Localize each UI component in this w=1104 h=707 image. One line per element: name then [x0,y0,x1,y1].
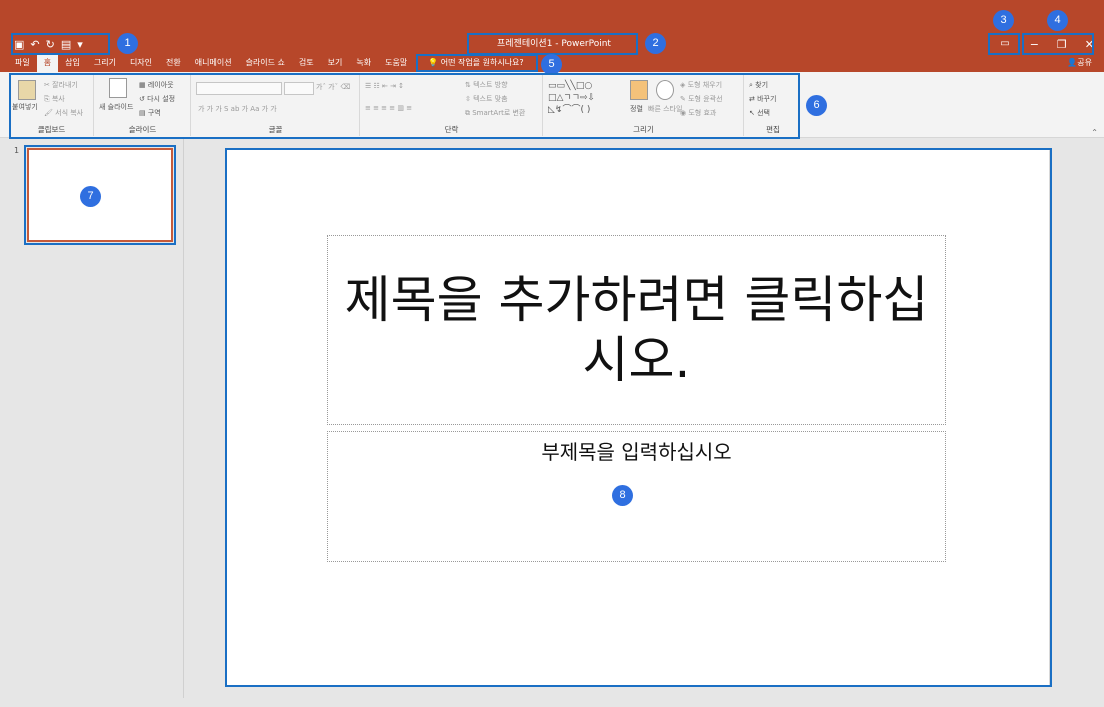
annotation-box-1 [11,33,110,55]
tab-view[interactable]: 보기 [321,54,350,72]
collapse-ribbon-icon[interactable]: ⌃ [1091,128,1098,137]
tab-transitions[interactable]: 전환 [159,54,188,72]
annotation-badge-1: 1 [117,33,138,54]
share-button[interactable]: 👤공유 [1067,54,1092,72]
person-icon: 👤 [1067,58,1078,67]
tab-animations[interactable]: 애니메이션 [188,54,239,72]
annotation-badge-8: 8 [612,485,633,506]
tab-file[interactable]: 파일 [8,54,37,72]
tab-insert[interactable]: 삽입 [58,54,87,72]
tab-help[interactable]: 도움말 [378,54,414,72]
thumbnail-number: 1 [14,146,20,155]
annotation-box-4 [1022,33,1094,55]
annotation-box-5 [416,54,538,72]
annotation-box-6 [9,73,800,139]
tab-home[interactable]: 홈 [36,54,59,72]
annotation-box-8 [225,148,1052,687]
tab-design[interactable]: 디자인 [123,54,159,72]
annotation-badge-2: 2 [645,33,666,54]
annotation-box-2 [467,33,638,55]
annotation-badge-3: 3 [993,10,1014,31]
tab-record[interactable]: 녹화 [349,54,378,72]
tab-slide-show[interactable]: 슬라이드 쇼 [239,54,292,72]
tab-review[interactable]: 검토 [292,54,321,72]
annotation-badge-4: 4 [1047,10,1068,31]
annotation-badge-5: 5 [541,54,562,75]
tab-draw[interactable]: 그리기 [87,54,123,72]
annotation-box-3 [988,33,1020,55]
annotation-badge-6: 6 [806,95,827,116]
annotation-badge-7: 7 [80,186,101,207]
